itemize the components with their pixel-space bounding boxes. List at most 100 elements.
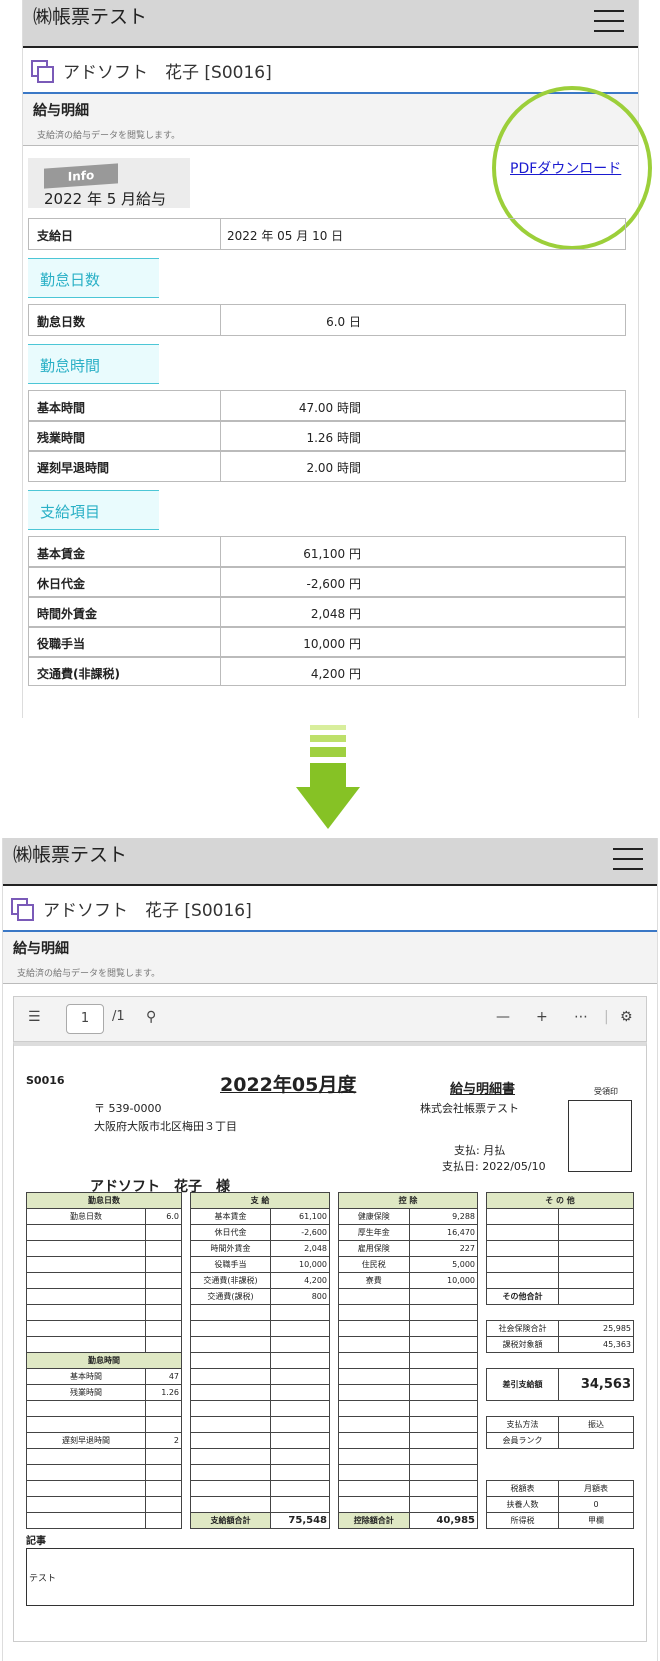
taxable-label: 課税対象額: [485, 1336, 560, 1353]
zoom-out-icon[interactable]: —: [496, 1009, 510, 1025]
user-name: アドソフト 花子 [S0016]: [63, 63, 272, 83]
pay-date-value: 2022 年 05 月 10 日: [227, 229, 344, 243]
company-name: 株式会社帳票テスト: [420, 1102, 519, 1115]
info-tag: Info: [44, 163, 118, 189]
hours-label: 遅刻早退時間: [29, 451, 221, 481]
brand-title: ㈱帳票テスト: [13, 844, 128, 866]
page-title: 給与明細: [13, 941, 69, 957]
deduction-value: 16,470: [408, 1224, 479, 1241]
user-icon: [31, 60, 54, 83]
employee-code: S0016: [26, 1074, 65, 1087]
hours-label: 残業時間: [26, 1384, 146, 1401]
deduction-value: 9,288: [408, 1208, 479, 1225]
brand-title: ㈱帳票テスト: [33, 6, 148, 28]
user-bar: アドソフト 花子 [S0016]: [3, 886, 657, 932]
deduction-label: 住民税: [338, 1256, 410, 1273]
zoom-in-icon[interactable]: +: [536, 1009, 548, 1025]
income-tax-label: 所得税: [485, 1512, 560, 1529]
page-number-input[interactable]: 1: [66, 1004, 104, 1034]
pay-method-label: 支払方法: [485, 1416, 560, 1433]
pay-date-row: 支給日 2022 年 05 月 10 日: [28, 218, 626, 250]
pay-label: 役職手当: [189, 1256, 272, 1273]
app-header: ㈱帳票テスト: [23, 0, 638, 48]
taxable-value: 45,363: [558, 1336, 634, 1353]
hours-label: 遅刻早退時間: [26, 1432, 146, 1449]
outline-icon[interactable]: ☰: [28, 1009, 41, 1025]
pay-month: 2022 年 5 月給与: [44, 190, 167, 208]
page-total: /1: [112, 1009, 125, 1024]
section-days: 勤怠日数: [28, 258, 159, 298]
other-header: そ の 他: [486, 1192, 634, 1209]
search-icon[interactable]: ⚲: [146, 1009, 156, 1025]
hamburger-menu-icon[interactable]: [613, 848, 643, 872]
hours-header: 勤怠時間: [26, 1352, 182, 1369]
pay-value: 10,000: [270, 1256, 330, 1273]
member-rank-label: 会員ランク: [485, 1432, 560, 1449]
slip-month: 2022年05月度: [220, 1074, 357, 1096]
hamburger-menu-icon[interactable]: [594, 10, 624, 34]
income-tax-value: 甲欄: [558, 1512, 634, 1529]
hours-label: 基本時間: [29, 391, 221, 421]
pdf-viewer-toolbar: ☰ 1 /1 ⚲ — + ⋯ | ⚙: [13, 996, 647, 1042]
app-header: ㈱帳票テスト: [3, 838, 657, 886]
hours-row: 基本時間 47.00 時間: [28, 390, 626, 422]
pay-label: 基本賃金: [29, 537, 221, 567]
zip-code: 〒 539-0000: [94, 1102, 162, 1115]
hours-label: 基本時間: [26, 1368, 146, 1385]
tax-table-label: 税額表: [485, 1480, 560, 1497]
pay-label: 時間外賃金: [29, 597, 221, 627]
more-icon[interactable]: ⋯: [574, 1009, 588, 1025]
hours-value: 2: [145, 1432, 182, 1449]
slip-doc-title: 給与明細書: [450, 1082, 516, 1097]
days-value: 6.0 日: [326, 315, 361, 329]
days-value: 6.0: [145, 1208, 182, 1225]
deduction-label: 雇用保険: [338, 1240, 410, 1257]
pay-table: 支 給 基本賃金 61,100 休日代金 -2,600 時間外賃金 2,048 役職手…: [189, 1192, 330, 1529]
memo-box: テスト: [26, 1548, 634, 1606]
pay-date-header: 支払日: 2022/05/10: [442, 1160, 546, 1173]
down-arrow-icon: [296, 725, 360, 833]
pay-row: 交通費(非課税) 4,200 円: [28, 656, 626, 686]
pay-value: -2,600: [270, 1224, 330, 1241]
pay-row: 休日代金 -2,600 円: [28, 566, 626, 598]
hours-label: 残業時間: [29, 421, 221, 451]
pay-value: 4,200: [270, 1272, 330, 1289]
pay-method-header: 支払: 月払: [454, 1144, 506, 1157]
social-insurance-label: 社会保険合計: [485, 1320, 560, 1337]
pay-value: 61,100: [270, 1208, 330, 1225]
pay-value: 800: [270, 1288, 330, 1305]
pay-label: 交通費(課税): [189, 1288, 272, 1305]
hours-value: 47: [145, 1368, 182, 1385]
page-title-bar: 給与明細 支給済の給与データを閲覧します。: [3, 932, 657, 984]
hours-row: 遅刻早退時間 2.00 時間: [28, 450, 626, 482]
pay-label: 時間外賃金: [189, 1240, 272, 1257]
pay-label: 交通費(非課税): [29, 657, 221, 685]
deduction-total-label: 控除額合計: [338, 1512, 410, 1529]
deduction-value: 10,000: [408, 1272, 479, 1289]
net-pay-value: 34,563: [558, 1368, 634, 1401]
pdf-download-link[interactable]: PDFダウンロード: [510, 158, 621, 178]
payslip-document: S0016 2022年05月度 給与明細書 受領印 〒 539-0000 大阪府…: [13, 1042, 647, 1642]
deduction-header: 控 除: [338, 1192, 478, 1209]
settings-icon[interactable]: ⚙: [620, 1009, 633, 1025]
social-insurance-value: 25,985: [558, 1320, 634, 1337]
pay-label: 交通費(非課税): [189, 1272, 272, 1289]
user-name: アドソフト 花子 [S0016]: [43, 901, 252, 921]
deduction-label: 健康保険: [338, 1208, 410, 1225]
page-subtitle: 支給済の給与データを閲覧します。: [17, 969, 161, 979]
pay-label: 休日代金: [189, 1224, 272, 1241]
pay-row: 時間外賃金 2,048 円: [28, 596, 626, 628]
phone-screen-after: ㈱帳票テスト アドソフト 花子 [S0016] 給与明細 支給済の給与データを閲…: [2, 838, 658, 1661]
hours-value: 2.00 時間: [306, 461, 361, 475]
pay-value: 2,048: [270, 1240, 330, 1257]
dependents-value: 0: [558, 1496, 634, 1513]
pay-method-value: 振込: [558, 1416, 634, 1433]
hours-value: 1.26: [145, 1384, 182, 1401]
memo-label: 記事: [26, 1536, 46, 1547]
address: 大阪府大阪市北区梅田３丁目: [94, 1120, 237, 1133]
deduction-total-value: 40,985: [408, 1512, 479, 1529]
days-table: 勤怠日数 勤怠日数 6.0 勤怠時間 基本時間 47 残業時間 1.26 遅刻早退時間…: [26, 1192, 182, 1529]
section-hours: 勤怠時間: [28, 344, 159, 384]
dependents-label: 扶養人数: [485, 1496, 560, 1513]
stamp-label: 受領印: [594, 1087, 618, 1096]
